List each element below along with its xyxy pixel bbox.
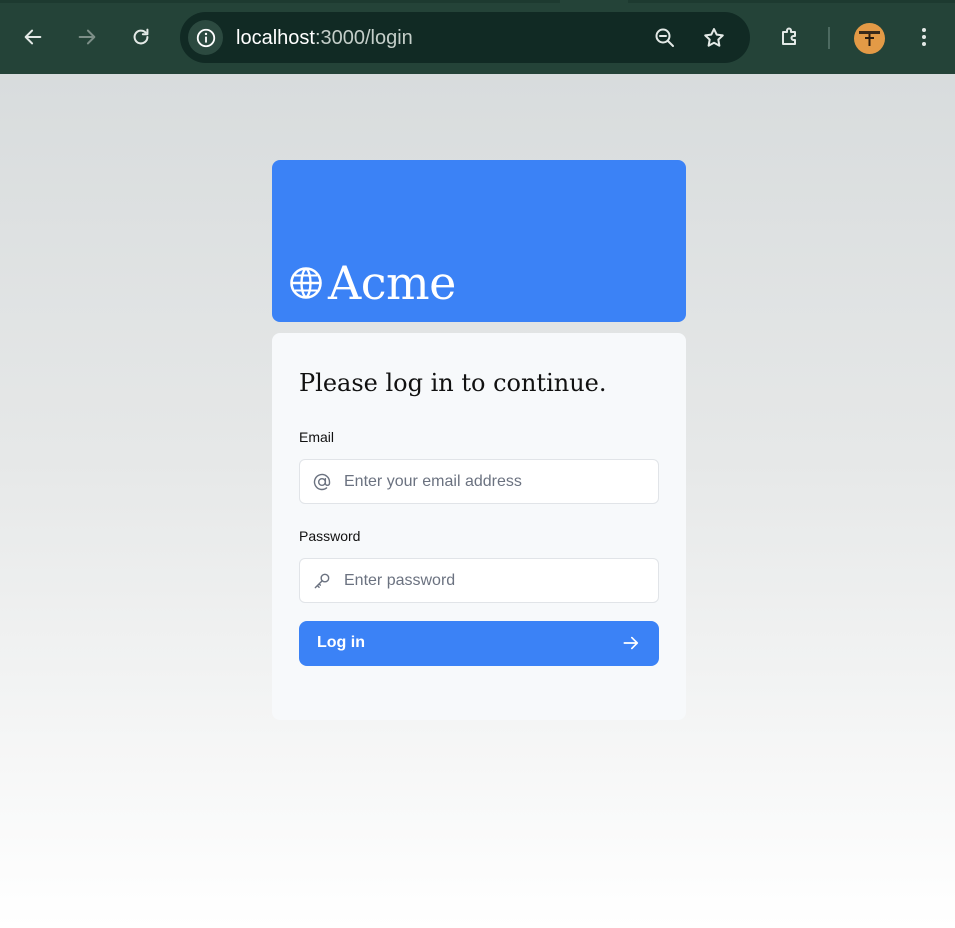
browser-toolbar: localhost:3000/login — [0, 0, 955, 74]
url-path: :3000/login — [314, 27, 413, 49]
more-vertical-icon — [922, 28, 926, 46]
puzzle-icon — [782, 27, 796, 45]
profile-avatar[interactable] — [854, 23, 885, 54]
url-host: localhost — [236, 27, 315, 49]
password-field-wrapper — [299, 558, 659, 603]
reload-button[interactable] — [123, 19, 159, 55]
email-field-wrapper — [299, 459, 659, 504]
key-icon — [312, 571, 332, 591]
login-button-label: Log in — [317, 634, 365, 651]
globe-icon — [290, 267, 322, 299]
password-input[interactable] — [344, 559, 644, 602]
arrow-left-icon — [24, 29, 42, 45]
email-label: Email — [299, 429, 335, 445]
arrow-right-icon — [623, 636, 639, 650]
zoom-out-icon — [655, 28, 674, 47]
brand-banner: Acme — [272, 160, 686, 322]
login-card: Please log in to continue. Email Passwor… — [272, 333, 686, 720]
avatar-image-icon — [859, 31, 880, 46]
extensions-button[interactable] — [772, 19, 808, 55]
toolbar-separator — [828, 27, 830, 49]
reload-icon — [133, 28, 149, 45]
page-viewport: Acme Please log in to continue. Email Pa… — [0, 74, 955, 928]
address-bar[interactable]: localhost:3000/login — [180, 12, 750, 63]
password-label: Password — [299, 528, 361, 544]
page-title: Please log in to continue. — [299, 369, 607, 397]
arrow-right-icon — [78, 29, 96, 45]
bookmark-button[interactable] — [698, 22, 730, 54]
back-button[interactable] — [15, 19, 51, 55]
login-button[interactable]: Log in — [299, 621, 659, 666]
at-sign-icon — [312, 472, 332, 492]
star-icon — [704, 28, 724, 47]
brand-name: Acme — [328, 256, 456, 310]
site-info-button[interactable] — [188, 20, 223, 55]
url-text[interactable]: localhost:3000/login — [236, 26, 413, 50]
tab-strip-edge — [0, 0, 560, 3]
email-input[interactable] — [344, 460, 644, 503]
zoom-button[interactable] — [649, 22, 681, 54]
info-icon — [196, 28, 215, 47]
brand-logo: Acme — [288, 258, 456, 308]
tab-strip-edge — [628, 0, 955, 3]
forward-button[interactable] — [69, 19, 105, 55]
browser-menu-button[interactable] — [906, 19, 942, 55]
